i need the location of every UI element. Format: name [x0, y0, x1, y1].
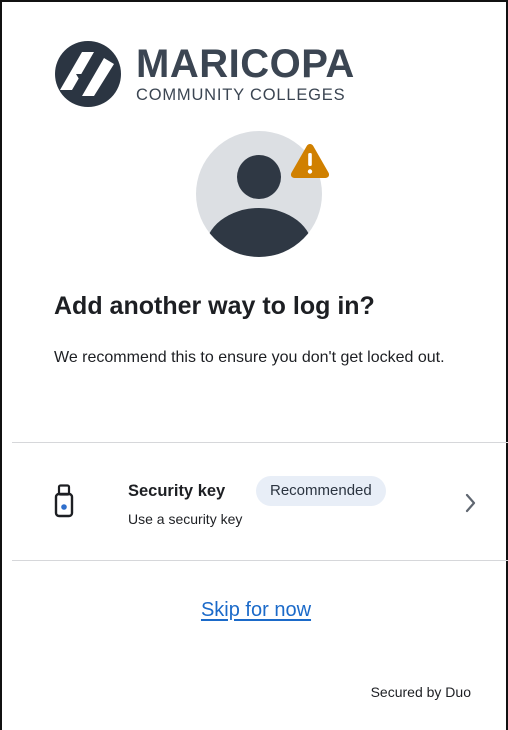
recommended-badge: Recommended	[256, 476, 386, 506]
duo-prompt-frame: MARICOPA COMMUNITY COLLEGES Add another …	[0, 0, 508, 730]
security-key-option[interactable]: Security key Recommended Use a security …	[12, 444, 508, 560]
page-description: We recommend this to ensure you don't ge…	[54, 349, 445, 366]
option-title: Security key	[128, 482, 226, 500]
warning-triangle-icon	[290, 144, 330, 178]
skip-for-now-link[interactable]: Skip for now	[2, 599, 508, 622]
divider-top	[12, 442, 508, 443]
security-key-icon	[54, 484, 74, 518]
secured-by-duo-label: Secured by Duo	[370, 684, 471, 700]
maricopa-logo-icon	[55, 41, 121, 107]
brand-name: MARICOPA	[136, 42, 355, 86]
page-title: Add another way to log in?	[54, 292, 375, 320]
brand-subtitle: COMMUNITY COLLEGES	[136, 86, 346, 104]
brand-logo: MARICOPA COMMUNITY COLLEGES	[52, 40, 355, 108]
divider-bottom	[12, 560, 508, 561]
avatar-area	[195, 130, 335, 260]
option-subtitle: Use a security key	[128, 511, 243, 527]
chevron-right-icon	[465, 493, 476, 513]
